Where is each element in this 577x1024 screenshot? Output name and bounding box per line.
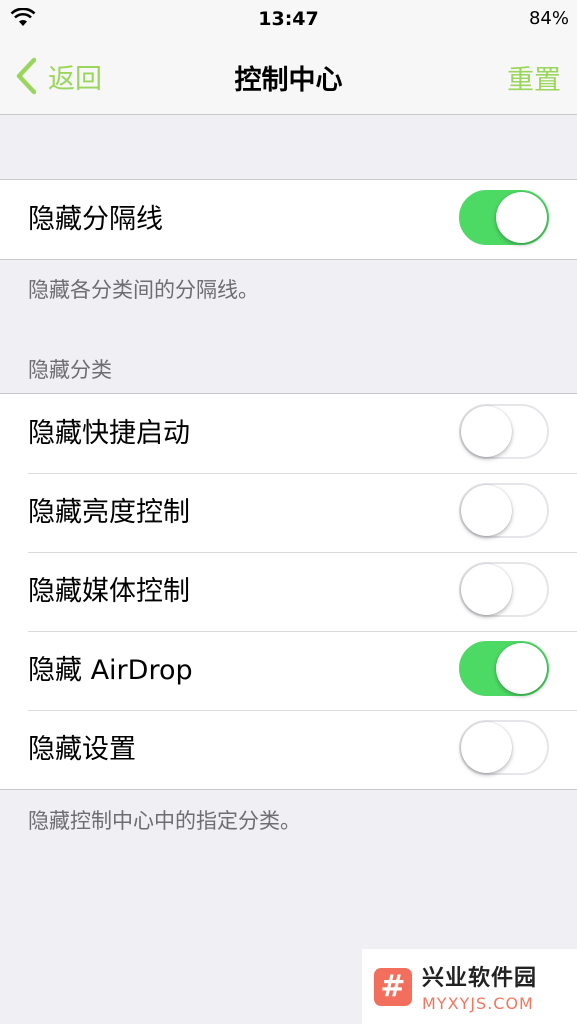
hide-brightness-toggle[interactable] [459,483,549,538]
hide-quick-launch-toggle[interactable] [459,404,549,459]
hide-airdrop-toggle[interactable] [459,641,549,696]
watermark: # 兴业软件园 MYXYJS.COM [362,949,577,1024]
watermark-logo: # [374,967,412,1006]
hide-settings-label: 隐藏设置 [28,734,136,765]
hide-media-label: 隐藏媒体控制 [28,576,190,607]
navigation-bar: 返回 控制中心 重置 [0,38,577,115]
status-time: 13:47 [258,8,319,30]
hide-brightness-label: 隐藏亮度控制 [28,497,190,528]
toggle-knob [461,406,512,457]
separator-settings-group: 隐藏分隔线 [0,179,577,260]
hide-separator-toggle[interactable] [459,190,549,245]
categories-section-header: 隐藏分类 [28,358,112,382]
hide-separator-row: 隐藏分隔线 [0,180,577,259]
page-title: 控制中心 [234,65,343,96]
hide-media-toggle[interactable] [459,562,549,617]
toggle-knob [461,564,512,615]
hide-settings-row: 隐藏设置 [0,710,577,789]
watermark-url: MYXYJS.COM [422,994,534,1013]
categories-settings-group: 隐藏快捷启动 隐藏亮度控制 隐藏媒体控制 隐藏 AirDrop 隐藏设置 [0,393,577,790]
hide-airdrop-row: 隐藏 AirDrop [0,631,577,710]
status-bar: 13:47 84% [0,0,577,38]
reset-button[interactable]: 重置 [507,58,561,97]
watermark-title: 兴业软件园 [422,966,538,991]
hide-quick-launch-row: 隐藏快捷启动 [0,394,577,473]
toggle-knob [461,485,512,536]
hide-brightness-row: 隐藏亮度控制 [0,473,577,552]
toggle-knob [496,643,547,694]
categories-footer-text: 隐藏控制中心中的指定分类。 [28,809,301,833]
toggle-knob [496,192,547,243]
hide-media-row: 隐藏媒体控制 [0,552,577,631]
hide-separator-label: 隐藏分隔线 [28,204,163,235]
hide-settings-toggle[interactable] [459,720,549,775]
battery-percentage: 84% [528,8,569,29]
hide-airdrop-label: 隐藏 AirDrop [28,655,193,686]
hide-quick-launch-label: 隐藏快捷启动 [28,418,190,449]
toggle-knob [461,722,512,773]
separator-footer-text: 隐藏各分类间的分隔线。 [28,278,259,302]
